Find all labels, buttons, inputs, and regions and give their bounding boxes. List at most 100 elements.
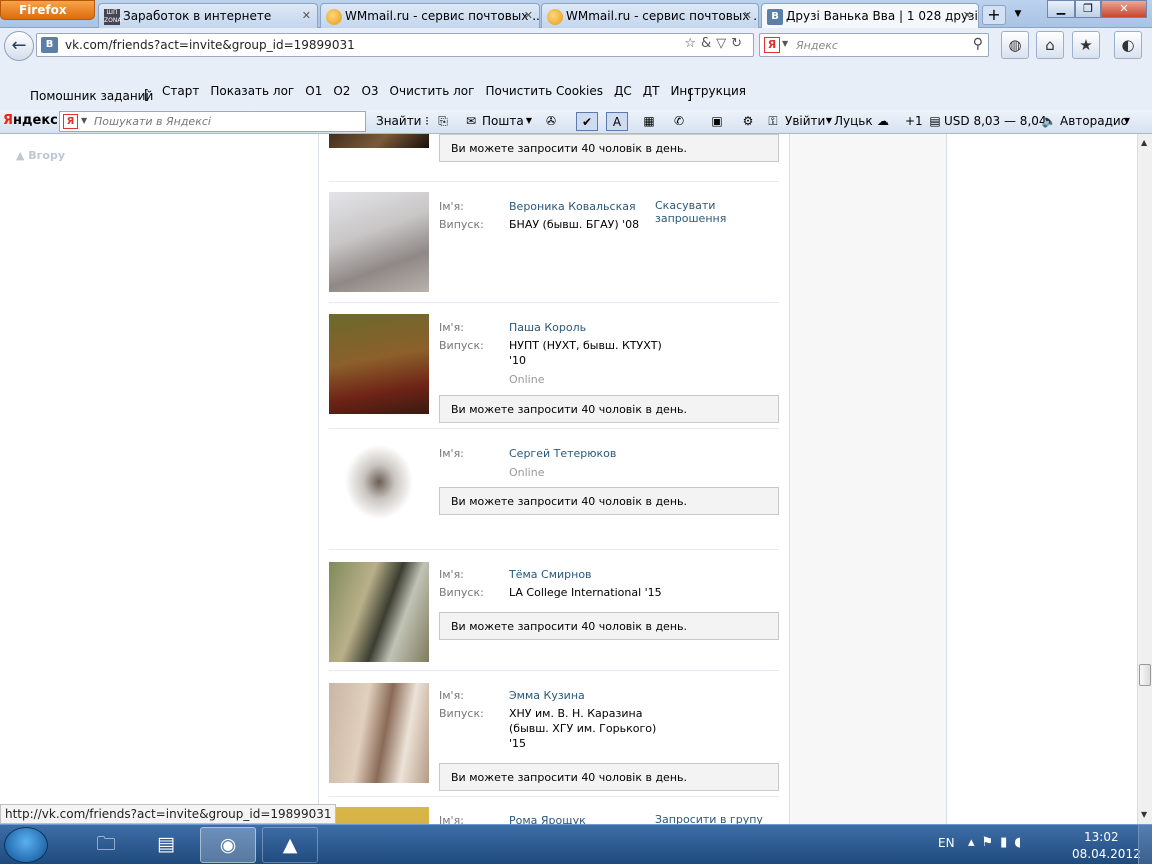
weather-icon: ☁ <box>877 114 889 128</box>
spellcheck-icon[interactable]: ✔ <box>576 112 598 131</box>
tray-icons[interactable]: ▴⚑▮◖ <box>968 835 1028 850</box>
helper-clear-log[interactable]: Очистить лог <box>390 84 475 98</box>
maximize-button[interactable]: ❐ <box>1075 0 1101 18</box>
friend-name[interactable]: Паша Король <box>509 320 586 335</box>
invite-limit-notice: Ви можете запросити 40 чоловік в день. <box>439 395 779 423</box>
invite-limit-notice: Ви можете запросити 40 чоловік в день. <box>439 612 779 640</box>
gear-icon[interactable]: ⚙ <box>737 112 759 131</box>
firefox-menu-button[interactable]: Firefox <box>0 0 95 20</box>
friend-photo[interactable] <box>329 807 429 824</box>
list-all-tabs-icon[interactable]: ▼ <box>1010 5 1026 23</box>
helper-o3[interactable]: O3 <box>361 84 378 98</box>
firefox-taskbar-icon[interactable]: ◉ <box>200 827 256 863</box>
chat-icon[interactable]: ✆ <box>668 112 690 131</box>
scrollbar-thumb[interactable] <box>1139 664 1151 686</box>
yandex-city[interactable]: Луцьк <box>834 114 873 128</box>
translate-icon[interactable]: A <box>606 112 628 131</box>
speaker-icon[interactable]: 🔈 <box>1038 112 1060 131</box>
addon-icon[interactable]: ◐ <box>1114 31 1142 59</box>
scroll-to-top-link[interactable]: ▲ Вгору <box>16 149 65 162</box>
cancel-invite-link[interactable]: Скасувати запрошення <box>655 199 779 225</box>
yandex-weather[interactable]: +1 <box>905 114 923 128</box>
widget-icon[interactable]: ▣ <box>706 112 728 131</box>
money-icon[interactable]: ✇ <box>540 112 562 131</box>
chevron-down-icon[interactable]: ▼ <box>782 39 788 48</box>
helper-dt[interactable]: ДТ <box>643 84 660 98</box>
explorer-icon[interactable]: 🗀 <box>78 827 134 863</box>
window-close-button[interactable]: ✕ <box>1101 0 1147 18</box>
friend-photo[interactable] <box>329 192 429 292</box>
scroll-down-icon[interactable]: ▼ <box>1141 810 1147 819</box>
start-button[interactable] <box>4 827 48 863</box>
clock-date[interactable]: 08.04.2012 <box>1072 847 1141 861</box>
close-icon[interactable]: ✕ <box>524 9 533 22</box>
task-manager-icon[interactable]: ▤ <box>138 827 194 863</box>
graduation-value: (бывш. ХГУ им. Горького) <box>509 722 657 735</box>
graduation-value: '10 <box>509 354 527 367</box>
graduation-value: БНАУ (бывш. БГАУ) '08 <box>509 218 640 231</box>
list-item: Ім'я: Паша Король Випуск: НУПТ (НУХТ, бы… <box>329 303 779 429</box>
helper-start[interactable]: Старт <box>162 84 199 98</box>
friend-photo[interactable] <box>329 562 429 662</box>
helper-o1[interactable]: O1 <box>305 84 322 98</box>
bookmarks-icon[interactable]: ★ <box>1072 31 1100 59</box>
invite-limit-notice: Ви можете запросити 40 чоловік в день. <box>439 763 779 791</box>
yandex-search-input[interactable]: Я ▼ Пошукати в Яндексі <box>59 111 366 132</box>
tab-wmmail-1[interactable]: WMmail.ru - сервис почтовых ... ✕ <box>320 3 540 28</box>
online-status: Online <box>509 373 545 386</box>
back-button[interactable]: ← <box>4 31 34 61</box>
close-icon[interactable]: ✕ <box>302 9 311 22</box>
mail-icon[interactable]: ✉ <box>460 112 482 131</box>
invite-limit-notice: Ви можете запросити 40 чоловік в день. <box>439 134 779 162</box>
vertical-scrollbar[interactable]: ▲ ▼ <box>1137 134 1152 824</box>
name-label: Ім'я: <box>439 200 464 213</box>
aimp-icon[interactable]: ▲ <box>262 827 318 863</box>
keyboard-language[interactable]: EN <box>938 836 955 850</box>
close-icon[interactable]: ✕ <box>743 9 752 22</box>
search-bar[interactable]: Я ▼ Яндекс ⚲ <box>759 33 989 57</box>
friend-name[interactable]: Рома Ярощук <box>509 813 586 824</box>
home-icon[interactable]: ⌂ <box>1036 31 1064 59</box>
invite-to-group-link[interactable]: Запросити в групу <box>655 813 763 824</box>
url-text[interactable]: vk.com/friends?act=invite&group_id=19899… <box>65 38 355 52</box>
yandex-currency[interactable]: USD 8,03 — 8,04 <box>944 114 1047 128</box>
friend-photo[interactable] <box>329 683 429 783</box>
chevron-down-icon[interactable]: ▼ <box>81 116 87 125</box>
url-bar[interactable]: B vk.com/friends?act=invite&group_id=198… <box>36 33 754 57</box>
tab-vk-friends[interactable]: B Друзі Ванька Вва | 1 028 друзів ✕ <box>761 3 979 29</box>
helper-ds[interactable]: ДС <box>614 84 632 98</box>
key-icon[interactable]: ⚿ <box>762 112 784 131</box>
tab-zarabotok[interactable]: ШП ZONA Заработок в интернете ✕ <box>98 3 318 28</box>
yandex-icon: Я <box>764 37 780 53</box>
scroll-up-icon[interactable]: ▲ <box>1141 138 1147 147</box>
search-icon[interactable]: ⚲ <box>973 36 983 52</box>
friend-photo[interactable] <box>329 437 429 537</box>
close-icon[interactable]: ✕ <box>963 9 972 22</box>
helper-o2[interactable]: O2 <box>333 84 350 98</box>
right-sidebar <box>790 134 947 824</box>
name-label: Ім'я: <box>439 689 464 702</box>
clock-time[interactable]: 13:02 <box>1084 830 1119 844</box>
helper-instruction[interactable]: Инструкция <box>670 84 746 98</box>
bookmark-page-icon[interactable]: ⎘ <box>432 112 454 131</box>
friend-name[interactable]: Тёма Смирнов <box>509 567 592 582</box>
friend-photo[interactable] <box>329 314 429 414</box>
friend-name[interactable]: Сергей Тетерюков <box>509 446 616 461</box>
helper-show-log[interactable]: Показать лог <box>210 84 294 98</box>
new-tab-button[interactable]: + <box>982 5 1006 25</box>
chevron-down-icon[interactable]: ▼ <box>1116 112 1138 131</box>
globe-icon[interactable]: ◍ <box>1001 31 1029 59</box>
name-label: Ім'я: <box>439 321 464 334</box>
screenshot-icon[interactable]: ▦ <box>638 112 660 131</box>
yandex-find-button[interactable]: Знайти <box>376 114 421 128</box>
minimize-button[interactable]: ▁ <box>1047 0 1075 18</box>
chevron-down-icon[interactable]: ▼ <box>518 112 540 131</box>
tab-wmmail-2[interactable]: WMmail.ru - сервис почтовых ... ✕ <box>541 3 759 28</box>
friend-photo[interactable] <box>329 134 429 148</box>
friend-name[interactable]: Эмма Кузина <box>509 688 585 703</box>
url-bar-icons[interactable]: ☆&▽↻ <box>684 36 747 51</box>
currency-icon: ▤ <box>929 114 941 128</box>
show-desktop-button[interactable] <box>1138 825 1152 864</box>
friend-name[interactable]: Вероника Ковальская <box>509 199 636 214</box>
helper-clear-cookies[interactable]: Почистить Cookies <box>485 84 603 98</box>
